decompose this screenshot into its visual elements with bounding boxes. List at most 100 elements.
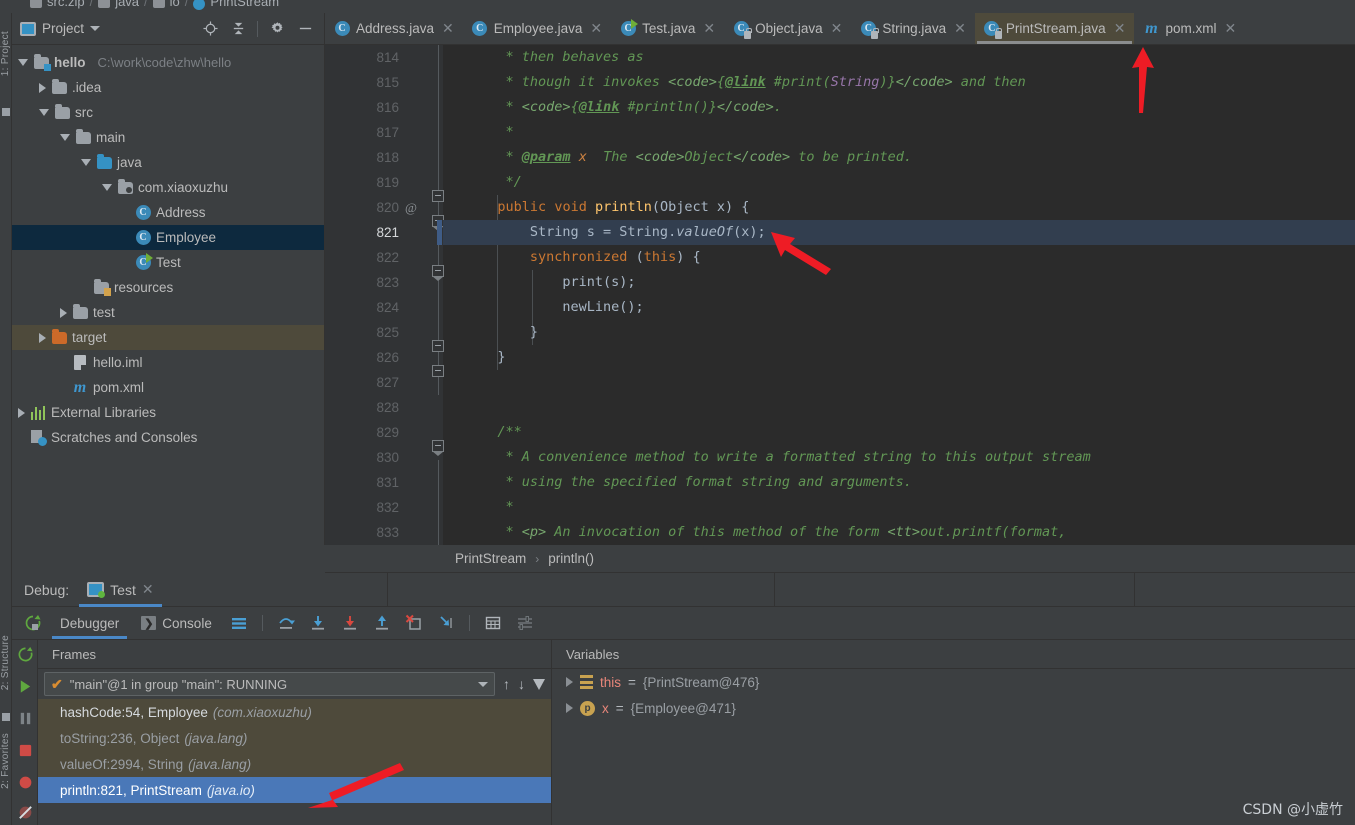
tree-node-main[interactable]: main — [12, 125, 324, 150]
close-icon[interactable]: ✕ — [954, 20, 966, 37]
frame-row[interactable]: valueOf:2994, String (java.lang) — [38, 751, 551, 777]
run-to-cursor-icon[interactable] — [437, 614, 455, 632]
force-step-into-icon[interactable] — [341, 614, 359, 632]
project-tree[interactable]: hello C:\work\code\zhw\hello .idea src main j… — [12, 45, 324, 450]
tree-node-address[interactable]: C Address — [12, 200, 324, 225]
breadcrumb-item-2[interactable]: io — [170, 0, 180, 9]
tree-twisty-down[interactable] — [18, 59, 28, 66]
debug-session-tab[interactable]: Test ✕ — [79, 573, 163, 607]
tree-node-employee[interactable]: C Employee — [12, 225, 324, 250]
override-marker-icon[interactable]: @ — [405, 195, 417, 220]
debug-toolbar[interactable]: Debugger ❯ Console — [12, 607, 1355, 640]
tree-node-target[interactable]: target — [12, 325, 324, 350]
close-icon[interactable]: ✕ — [831, 20, 843, 37]
variable-row[interactable]: this = {PrintStream@476} — [552, 669, 1355, 695]
tree-node-external-libraries[interactable]: External Libraries — [12, 400, 324, 425]
tree-node-test[interactable]: test — [12, 300, 324, 325]
code-line-826[interactable]: 826 } — [325, 345, 1355, 370]
code-line-830[interactable]: 830 * A convenience method to write a fo… — [325, 445, 1355, 470]
frame-row[interactable]: println:821, PrintStream (java.io) — [38, 777, 551, 803]
code-line-814[interactable]: 814 * then behaves as — [325, 45, 1355, 70]
code-line-829[interactable]: 829 /** — [325, 420, 1355, 445]
breadcrumb-item-3[interactable]: PrintStream — [210, 0, 279, 9]
mute-breakpoints-icon[interactable] — [17, 804, 34, 821]
tree-twisty-down[interactable] — [39, 109, 49, 116]
tree-node-java[interactable]: java — [12, 150, 324, 175]
move-up-icon[interactable]: ↑ — [503, 676, 510, 692]
stop-icon[interactable] — [17, 742, 34, 759]
code-editor[interactable]: 814 * then behaves as 815 * though it inv… — [325, 45, 1355, 545]
breadcrumb-method[interactable]: println() — [548, 551, 594, 566]
code-line-828[interactable]: 828 — [325, 395, 1355, 420]
close-icon[interactable]: ✕ — [590, 20, 602, 37]
tree-node-pom-xml[interactable]: m pom.xml — [12, 375, 324, 400]
tree-twisty-right[interactable] — [18, 407, 25, 418]
code-line-832[interactable]: 832 * — [325, 495, 1355, 520]
rerun-icon[interactable] — [17, 646, 34, 663]
code-line-831[interactable]: 831 * using the specified format string … — [325, 470, 1355, 495]
pause-icon[interactable] — [17, 710, 34, 727]
view-breakpoints-icon[interactable] — [17, 774, 34, 791]
step-over-icon[interactable] — [277, 614, 295, 632]
code-line-821[interactable]: 821 String s = String.valueOf(x); — [325, 220, 1355, 245]
code-line-824[interactable]: 824 newLine(); — [325, 295, 1355, 320]
close-icon[interactable]: ✕ — [1114, 20, 1126, 37]
hide-panel-icon[interactable] — [296, 20, 314, 38]
resume-program-icon[interactable] — [17, 678, 34, 695]
code-line-833[interactable]: 833 * <p> An invocation of this method o… — [325, 520, 1355, 545]
code-line-825[interactable]: 825 } — [325, 320, 1355, 345]
tree-node-scratches-and-consoles[interactable]: Scratches and Consoles — [12, 425, 324, 450]
code-line-817[interactable]: 817 * — [325, 120, 1355, 145]
tree-node-test[interactable]: C Test — [12, 250, 324, 275]
variables-list[interactable]: this = {PrintStream@476} p x = {Employee@4… — [552, 669, 1355, 721]
tree-node-hello-iml[interactable]: hello.iml — [12, 350, 324, 375]
chevron-down-icon[interactable] — [90, 26, 101, 31]
debug-action-rail[interactable] — [12, 640, 38, 825]
step-out-icon[interactable] — [373, 614, 391, 632]
move-down-icon[interactable]: ↓ — [518, 676, 525, 692]
code-line-816[interactable]: 816 * <code>{@link #println()}</code>. — [325, 95, 1355, 120]
close-icon[interactable]: ✕ — [142, 581, 154, 598]
tab-debugger[interactable]: Debugger — [51, 616, 128, 639]
tree-node-src[interactable]: src — [12, 100, 324, 125]
code-line-822[interactable]: 822 synchronized (this) { — [325, 245, 1355, 270]
editor-tab-address-java[interactable]: C Address.java ✕ — [325, 13, 463, 44]
tab-console[interactable]: ❯ Console — [137, 616, 216, 631]
chevron-down-icon[interactable] — [478, 681, 488, 687]
breadcrumb-item-1[interactable]: java — [115, 0, 139, 9]
tree-twisty-right[interactable] — [566, 703, 573, 713]
close-icon[interactable]: ✕ — [703, 20, 715, 37]
tree-twisty-right[interactable] — [39, 82, 46, 93]
tree-twisty-down[interactable] — [102, 184, 112, 191]
tree-node-com-xiaoxuzhu[interactable]: com.xiaoxuzhu — [12, 175, 324, 200]
tree-twisty-right[interactable] — [60, 307, 67, 318]
tree-twisty-right[interactable] — [566, 677, 573, 687]
editor-tab-employee-java[interactable]: C Employee.java ✕ — [463, 13, 611, 44]
tree-node--idea[interactable]: .idea — [12, 75, 324, 100]
rail-label-favorites[interactable]: 2: Favorites — [0, 733, 11, 789]
code-content[interactable]: 814 * then behaves as 815 * though it inv… — [325, 45, 1355, 545]
rail-label-structure[interactable]: 2: Structure — [0, 635, 11, 690]
editor-tab-test-java[interactable]: C Test.java ✕ — [611, 13, 724, 44]
step-into-icon[interactable] — [309, 614, 327, 632]
code-line-818[interactable]: 818 * @param x The <code>Object</code> t… — [325, 145, 1355, 170]
close-icon[interactable]: ✕ — [1224, 20, 1236, 37]
frame-row[interactable]: toString:236, Object (java.lang) — [38, 725, 551, 751]
breadcrumb-item-0[interactable]: src.zip — [47, 0, 85, 9]
tree-twisty-right[interactable] — [39, 332, 46, 343]
code-line-815[interactable]: 815 * though it invokes <code>{@link #pr… — [325, 70, 1355, 95]
gear-icon[interactable] — [268, 20, 286, 38]
code-line-827[interactable]: 827 — [325, 370, 1355, 395]
rerun-icon[interactable] — [24, 614, 42, 632]
locate-icon[interactable] — [201, 20, 219, 38]
layout-settings-icon[interactable] — [230, 614, 248, 632]
close-icon[interactable]: ✕ — [442, 20, 454, 37]
editor-tab-string-java[interactable]: C String.java ✕ — [851, 13, 975, 44]
code-line-820[interactable]: 820 @ public void println(Object x) { — [325, 195, 1355, 220]
frames-list[interactable]: hashCode:54, Employee (com.xiaoxuzhu) toSt… — [38, 699, 551, 803]
drop-frame-icon[interactable] — [405, 614, 423, 632]
thread-selector-row[interactable]: ✔ "main"@1 in group "main": RUNNING ↑ ↓ — [38, 669, 551, 699]
tree-twisty-down[interactable] — [60, 134, 70, 141]
code-line-823[interactable]: 823 print(s); — [325, 270, 1355, 295]
editor-tab-object-java[interactable]: C Object.java ✕ — [724, 13, 851, 44]
